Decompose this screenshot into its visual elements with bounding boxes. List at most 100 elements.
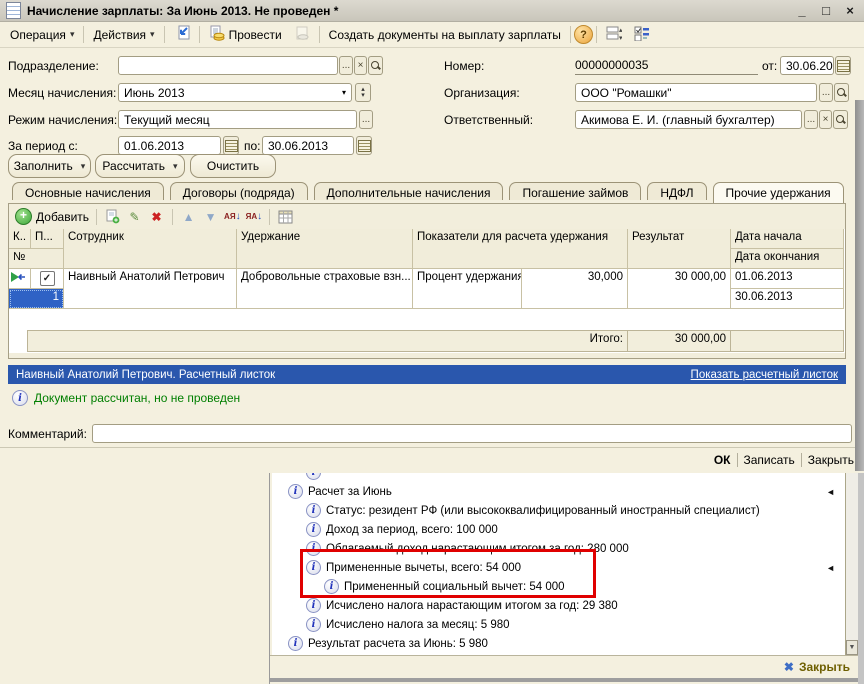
organization-search-button[interactable] — [834, 83, 849, 102]
list-settings-button[interactable]: ▴ ▾ — [600, 23, 628, 46]
separator — [96, 208, 98, 225]
tab[interactable]: Основные начисления — [12, 182, 164, 200]
col-header-date-end[interactable]: Дата окончания — [731, 249, 844, 269]
period-to-field[interactable]: 30.06.2013 — [262, 136, 354, 155]
add-row-button[interactable]: + Добавить — [15, 208, 89, 225]
responsible-search-button[interactable] — [833, 110, 848, 129]
close-button[interactable]: × — [842, 3, 858, 18]
clear-button[interactable]: Очистить — [190, 154, 276, 178]
ok-button[interactable]: ОК — [714, 453, 731, 467]
department-label: Подразделение: — [8, 59, 99, 73]
save-button[interactable] — [168, 23, 196, 46]
add-icon: + — [15, 208, 32, 225]
svg-text:▴: ▴ — [619, 27, 622, 34]
period-from-field[interactable]: 01.06.2013 — [118, 136, 221, 155]
chevron-down-icon: ▾ — [150, 29, 155, 39]
calculate-button[interactable]: Рассчитать ▾ — [95, 154, 185, 178]
col-header-date-start[interactable]: Дата начала — [731, 229, 844, 249]
col-header-employee[interactable]: Сотрудник — [64, 229, 237, 269]
deduction-cell[interactable]: Добровольные страховые взн... — [237, 269, 413, 309]
col-header-result[interactable]: Результат — [628, 229, 731, 269]
responsible-field[interactable]: Акимова Е. И. (главный бухгалтер) — [575, 110, 802, 129]
month-spinner[interactable]: ▴ ▾ — [355, 83, 371, 102]
indicator-cell[interactable]: Процент удержания — [413, 269, 522, 309]
checkbox-list-icon — [634, 25, 650, 44]
move-down-button[interactable]: ▼ — [202, 209, 219, 225]
mode-field[interactable]: Текущий месяц — [118, 110, 357, 129]
post-button[interactable]: Провести — [203, 23, 288, 46]
minimize-button[interactable]: _ — [794, 3, 810, 18]
col-header-indicators[interactable]: Показатели для расчета удержания — [413, 229, 628, 269]
separator — [269, 208, 271, 225]
sort-asc-button[interactable]: АЯ ↓ — [224, 211, 241, 222]
month-field[interactable]: Июнь 2013 ▾ — [118, 83, 352, 102]
create-payment-docs-button[interactable]: Создать документы на выплату зарплаты — [323, 26, 567, 44]
separator — [318, 26, 320, 43]
actions-menu[interactable]: Действия ▾ — [87, 26, 160, 44]
organization-select-button[interactable]: ... — [819, 83, 833, 102]
number-field[interactable]: 00000000035 — [575, 58, 758, 75]
col-header-marker[interactable]: К.. — [9, 229, 31, 249]
copy-row-button[interactable] — [104, 209, 121, 225]
operation-menu[interactable]: Операция ▾ — [4, 26, 80, 44]
employee-cell[interactable]: Наивный Анатолий Петрович — [64, 269, 237, 309]
scrollbar[interactable]: ▼ — [845, 473, 858, 655]
maximize-button[interactable]: □ — [818, 3, 834, 18]
calc-close-button[interactable]: Закрыть — [799, 660, 850, 674]
status-line: i Документ рассчитан, но не проведен — [12, 390, 240, 406]
table-settings-button[interactable] — [277, 209, 294, 225]
tab[interactable]: Погашение займов — [509, 182, 642, 200]
total-empty-cell — [731, 330, 844, 352]
responsible-select-button[interactable]: ... — [804, 110, 818, 129]
delete-row-button[interactable]: ✖ — [148, 209, 165, 225]
list-icon: ▴ ▾ — [606, 25, 623, 44]
sort-desc-button[interactable]: ЯА ↓ — [246, 211, 263, 222]
mode-label: Режим начисления: — [8, 113, 118, 127]
row-number-cell[interactable]: 1 — [9, 289, 64, 309]
flags-settings-button[interactable] — [628, 23, 656, 46]
footer-bar: ОК Записать Закрыть — [0, 447, 864, 471]
period-from-calendar-button[interactable] — [223, 136, 239, 155]
checkbox-checked-icon[interactable]: ✓ — [39, 271, 55, 286]
date-field[interactable]: 30.06.2013 — [780, 56, 834, 75]
date-start-cell[interactable]: 01.06.2013 — [731, 269, 844, 289]
tabs: Основные начисления Договоры (подряда) Доп… — [12, 182, 844, 203]
result-cell[interactable]: 30 000,00 — [628, 269, 731, 309]
row-enabled-cell[interactable]: ✓ — [31, 269, 64, 289]
mode-select-button[interactable]: ... — [359, 110, 373, 129]
tab[interactable]: Прочие удержания — [712, 182, 844, 203]
write-button[interactable]: Записать — [744, 453, 795, 467]
tab[interactable]: Договоры (подряда) — [169, 182, 308, 200]
help-icon[interactable]: ? — [573, 25, 593, 44]
date-calendar-button[interactable] — [835, 56, 851, 75]
col-header-num[interactable]: № — [9, 249, 64, 269]
tab[interactable]: НДФЛ — [647, 182, 707, 200]
undo-post-button[interactable] — [288, 23, 316, 46]
tab[interactable]: Дополнительные начисления — [313, 182, 504, 200]
fill-button[interactable]: Заполнить ▾ — [8, 154, 91, 178]
responsible-clear-button[interactable]: × — [819, 110, 832, 129]
comment-field[interactable] — [92, 424, 852, 443]
show-payslip-link[interactable]: Показать расчетный листок — [691, 369, 838, 381]
save-icon — [174, 25, 190, 44]
date-end-cell[interactable]: 30.06.2013 — [731, 289, 844, 309]
edit-row-button[interactable]: ✎ — [126, 209, 143, 225]
info-icon: i — [306, 473, 321, 480]
department-clear-button[interactable]: × — [354, 56, 367, 75]
collapse-marker-icon[interactable]: ◄ — [826, 563, 835, 573]
status-text: Документ рассчитан, но не проведен — [34, 391, 241, 405]
indicator-value-cell[interactable]: 30,000 — [522, 269, 628, 309]
close-form-button[interactable]: Закрыть — [808, 453, 854, 467]
department-field[interactable] — [118, 56, 338, 75]
department-search-button[interactable] — [368, 56, 383, 75]
collapse-marker-icon[interactable]: ◄ — [826, 487, 835, 497]
dropdown-icon[interactable]: ▾ — [342, 88, 346, 97]
organization-field[interactable]: ООО "Ромашки" — [575, 83, 817, 102]
department-select-button[interactable]: ... — [339, 56, 353, 75]
move-up-button[interactable]: ▲ — [180, 209, 197, 225]
scroll-down-button[interactable]: ▼ — [846, 640, 858, 655]
col-header-deduction[interactable]: Удержание — [237, 229, 413, 269]
period-to-calendar-button[interactable] — [356, 136, 372, 155]
col-header-checkbox[interactable]: П... — [31, 229, 64, 249]
payslip-banner-text: Наивный Анатолий Петрович. Расчетный лис… — [16, 368, 276, 381]
